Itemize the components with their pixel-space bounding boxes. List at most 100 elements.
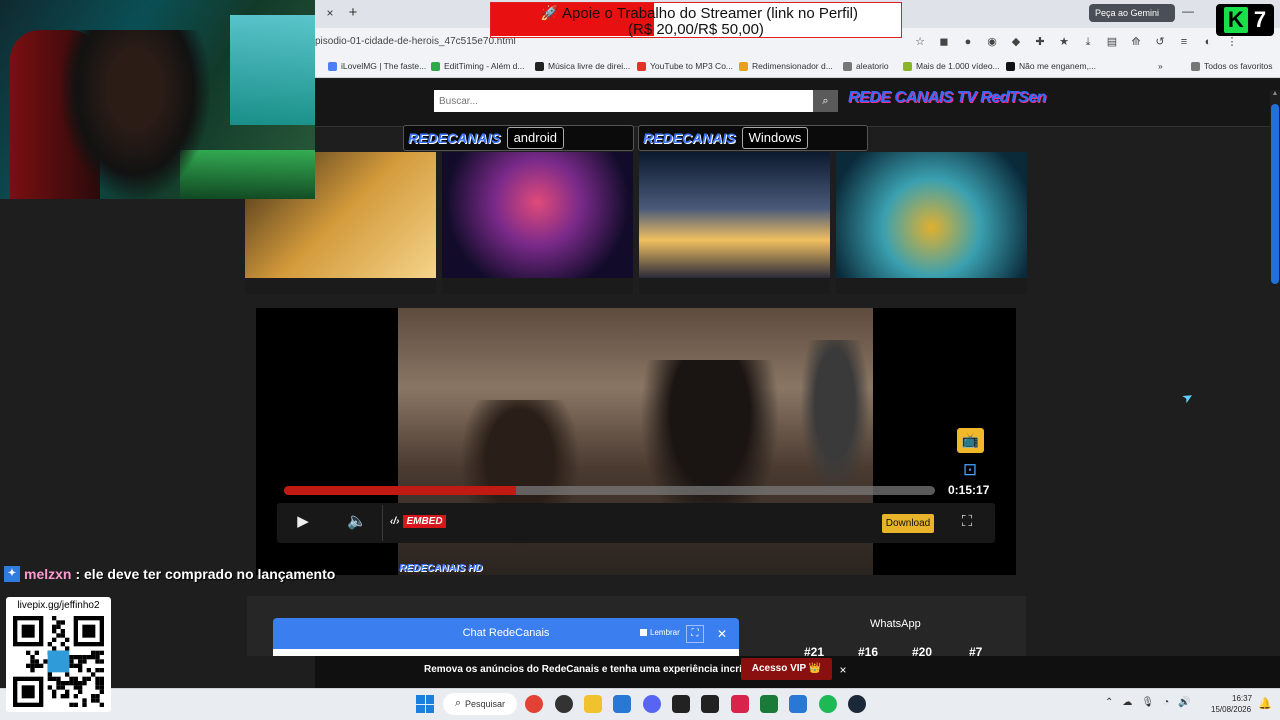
extension-icon[interactable]: ● [960,34,976,50]
progress-fill [284,486,516,495]
tv-icon[interactable]: 📺 [957,428,984,453]
gemini-button[interactable]: Peça ao Gemini [1089,4,1175,22]
scrollbar-thumb[interactable] [1271,104,1279,284]
volume-button[interactable]: 🔈 [345,511,369,533]
cast-icon[interactable]: ⊡ [955,459,985,481]
network-icon[interactable]: ☁ [1122,697,1132,711]
download-icon[interactable]: ⤓ [1080,34,1096,50]
minimize-window-button[interactable]: — [1180,4,1196,22]
extension-icon[interactable]: ◼ [936,34,952,50]
bookmark-item[interactable]: YouTube to MP3 Co... [637,61,733,71]
system-tray: ⌃ ☁ 🎙 ◔ 🔊 [1105,697,1191,711]
chat-message-text: : ele deve ter comprado no lançamento [75,566,336,582]
profile-avatar[interactable]: ◐ [1200,34,1216,50]
star-icon[interactable]: ☆ [912,34,928,50]
microphone-icon[interactable]: 🎙 [1141,697,1154,711]
chat-expand-button[interactable]: ⛶ [686,625,704,643]
bookmark-label: EditTiming - Além d... [444,61,525,71]
scroll-up-arrow-icon[interactable]: ▲ [1271,90,1279,100]
bookmark-item[interactable]: Mais de 1.000 vídeo... [903,61,1000,71]
qr-module [26,650,31,655]
extension-icon[interactable]: ◉ [984,34,1000,50]
extension-icon[interactable]: ◆ [1008,34,1024,50]
wifi-icon[interactable]: ◔ [1163,697,1169,711]
bookmark-item[interactable]: Música livre de direi... [535,61,630,71]
controls-divider [382,505,383,541]
chat-close-button[interactable]: ✕ [712,625,732,643]
badge-platform: android [506,127,564,149]
site-logo[interactable]: REDE CANAIS TV RedTSen [848,89,1046,107]
qr-module [47,672,52,677]
play-icon: ▶ [297,513,309,530]
bookmark-item[interactable]: EditTiming - Além d... [431,61,524,71]
url-text[interactable]: pisodio-01-cidade-de-herois_47c515e70.ht… [315,36,516,47]
qr-module [69,676,74,681]
qr-module [95,655,100,660]
download-button[interactable]: Download [882,514,934,533]
history-icon[interactable]: ↺ [1152,34,1168,50]
clock-date[interactable]: 15/08/2026 [1211,705,1251,714]
audio-app-icon[interactable] [701,695,719,713]
capcut-icon[interactable] [731,695,749,713]
qr-module [69,663,74,668]
start-button[interactable] [416,695,434,713]
movie-thumbnail[interactable] [836,152,1027,278]
qr-module [43,659,48,664]
chat-body[interactable] [273,649,739,656]
movie-thumbnail[interactable] [639,152,830,278]
notes-icon[interactable] [789,695,807,713]
bookmark-item[interactable]: iLovelMG | The faste... [328,61,426,71]
clock-time[interactable]: 16:37 [1232,694,1252,703]
vip-access-button[interactable]: Acesso VIP 👑 [741,658,832,680]
volume-icon[interactable]: 🔊 [1178,697,1190,711]
all-bookmarks-folder[interactable]: Todos os favoritos [1191,61,1273,71]
qr-module [82,659,87,664]
qr-module [65,689,70,694]
search-button[interactable]: ⌕ [813,90,838,112]
file-explorer-icon[interactable] [584,695,602,713]
notification-bell-icon[interactable]: 🔔 [1258,697,1272,710]
play-button[interactable]: ▶ [293,512,313,532]
bookmark-item[interactable]: Não me enganem,... [1006,61,1096,71]
remember-checkbox[interactable]: Lembrar [640,628,680,637]
tab-close-button[interactable]: × [322,5,338,21]
embed-button[interactable]: ‹/› EMBED [390,515,446,528]
qr-code[interactable] [13,616,104,707]
store-icon[interactable] [613,695,631,713]
fullscreen-button[interactable]: ⛶ [958,513,976,531]
qr-module [73,685,78,690]
qr-module [91,655,96,660]
puzzle-icon[interactable]: ✚ [1032,34,1048,50]
terminal-icon[interactable] [760,695,778,713]
qr-module [52,629,57,634]
embed-icon: ‹/› [390,516,400,527]
qr-module [95,676,100,681]
discord-icon[interactable] [643,695,661,713]
android-app-badge[interactable]: REDECANAIS android [403,125,634,151]
movie-thumbnail[interactable] [442,152,633,278]
chevron-up-icon[interactable]: ⌃ [1105,697,1113,711]
more-menu-icon[interactable]: ⋮ [1224,34,1240,50]
bookmarks-overflow-chevron-icon[interactable]: » [1158,61,1163,71]
qr-module [73,681,78,686]
bookmark-star-icon[interactable]: ★ [1056,34,1072,50]
bookmark-favicon [637,61,646,71]
qr-module [52,646,57,651]
qr-module [65,681,70,686]
streamer [60,30,210,199]
bookmark-item[interactable]: Redimensionador d... [739,61,833,71]
obs-icon[interactable] [555,695,573,713]
steam-icon[interactable] [848,695,866,713]
windows-app-badge[interactable]: REDECANAIS Windows [638,125,868,151]
site-search-input[interactable] [434,90,813,112]
menu-lines-icon[interactable]: ≡ [1176,34,1192,50]
spotify-icon[interactable] [819,695,837,713]
chrome-icon[interactable] [525,695,543,713]
new-tab-button[interactable]: + [344,4,362,22]
translate-icon[interactable]: ⟰ [1128,34,1144,50]
bookmark-folder[interactable]: aleatorio [843,61,889,71]
piano-app-icon[interactable] [672,695,690,713]
trash-icon[interactable]: ▤ [1104,34,1120,50]
qr-module [82,676,87,681]
ad-close-button[interactable]: × [836,663,850,677]
